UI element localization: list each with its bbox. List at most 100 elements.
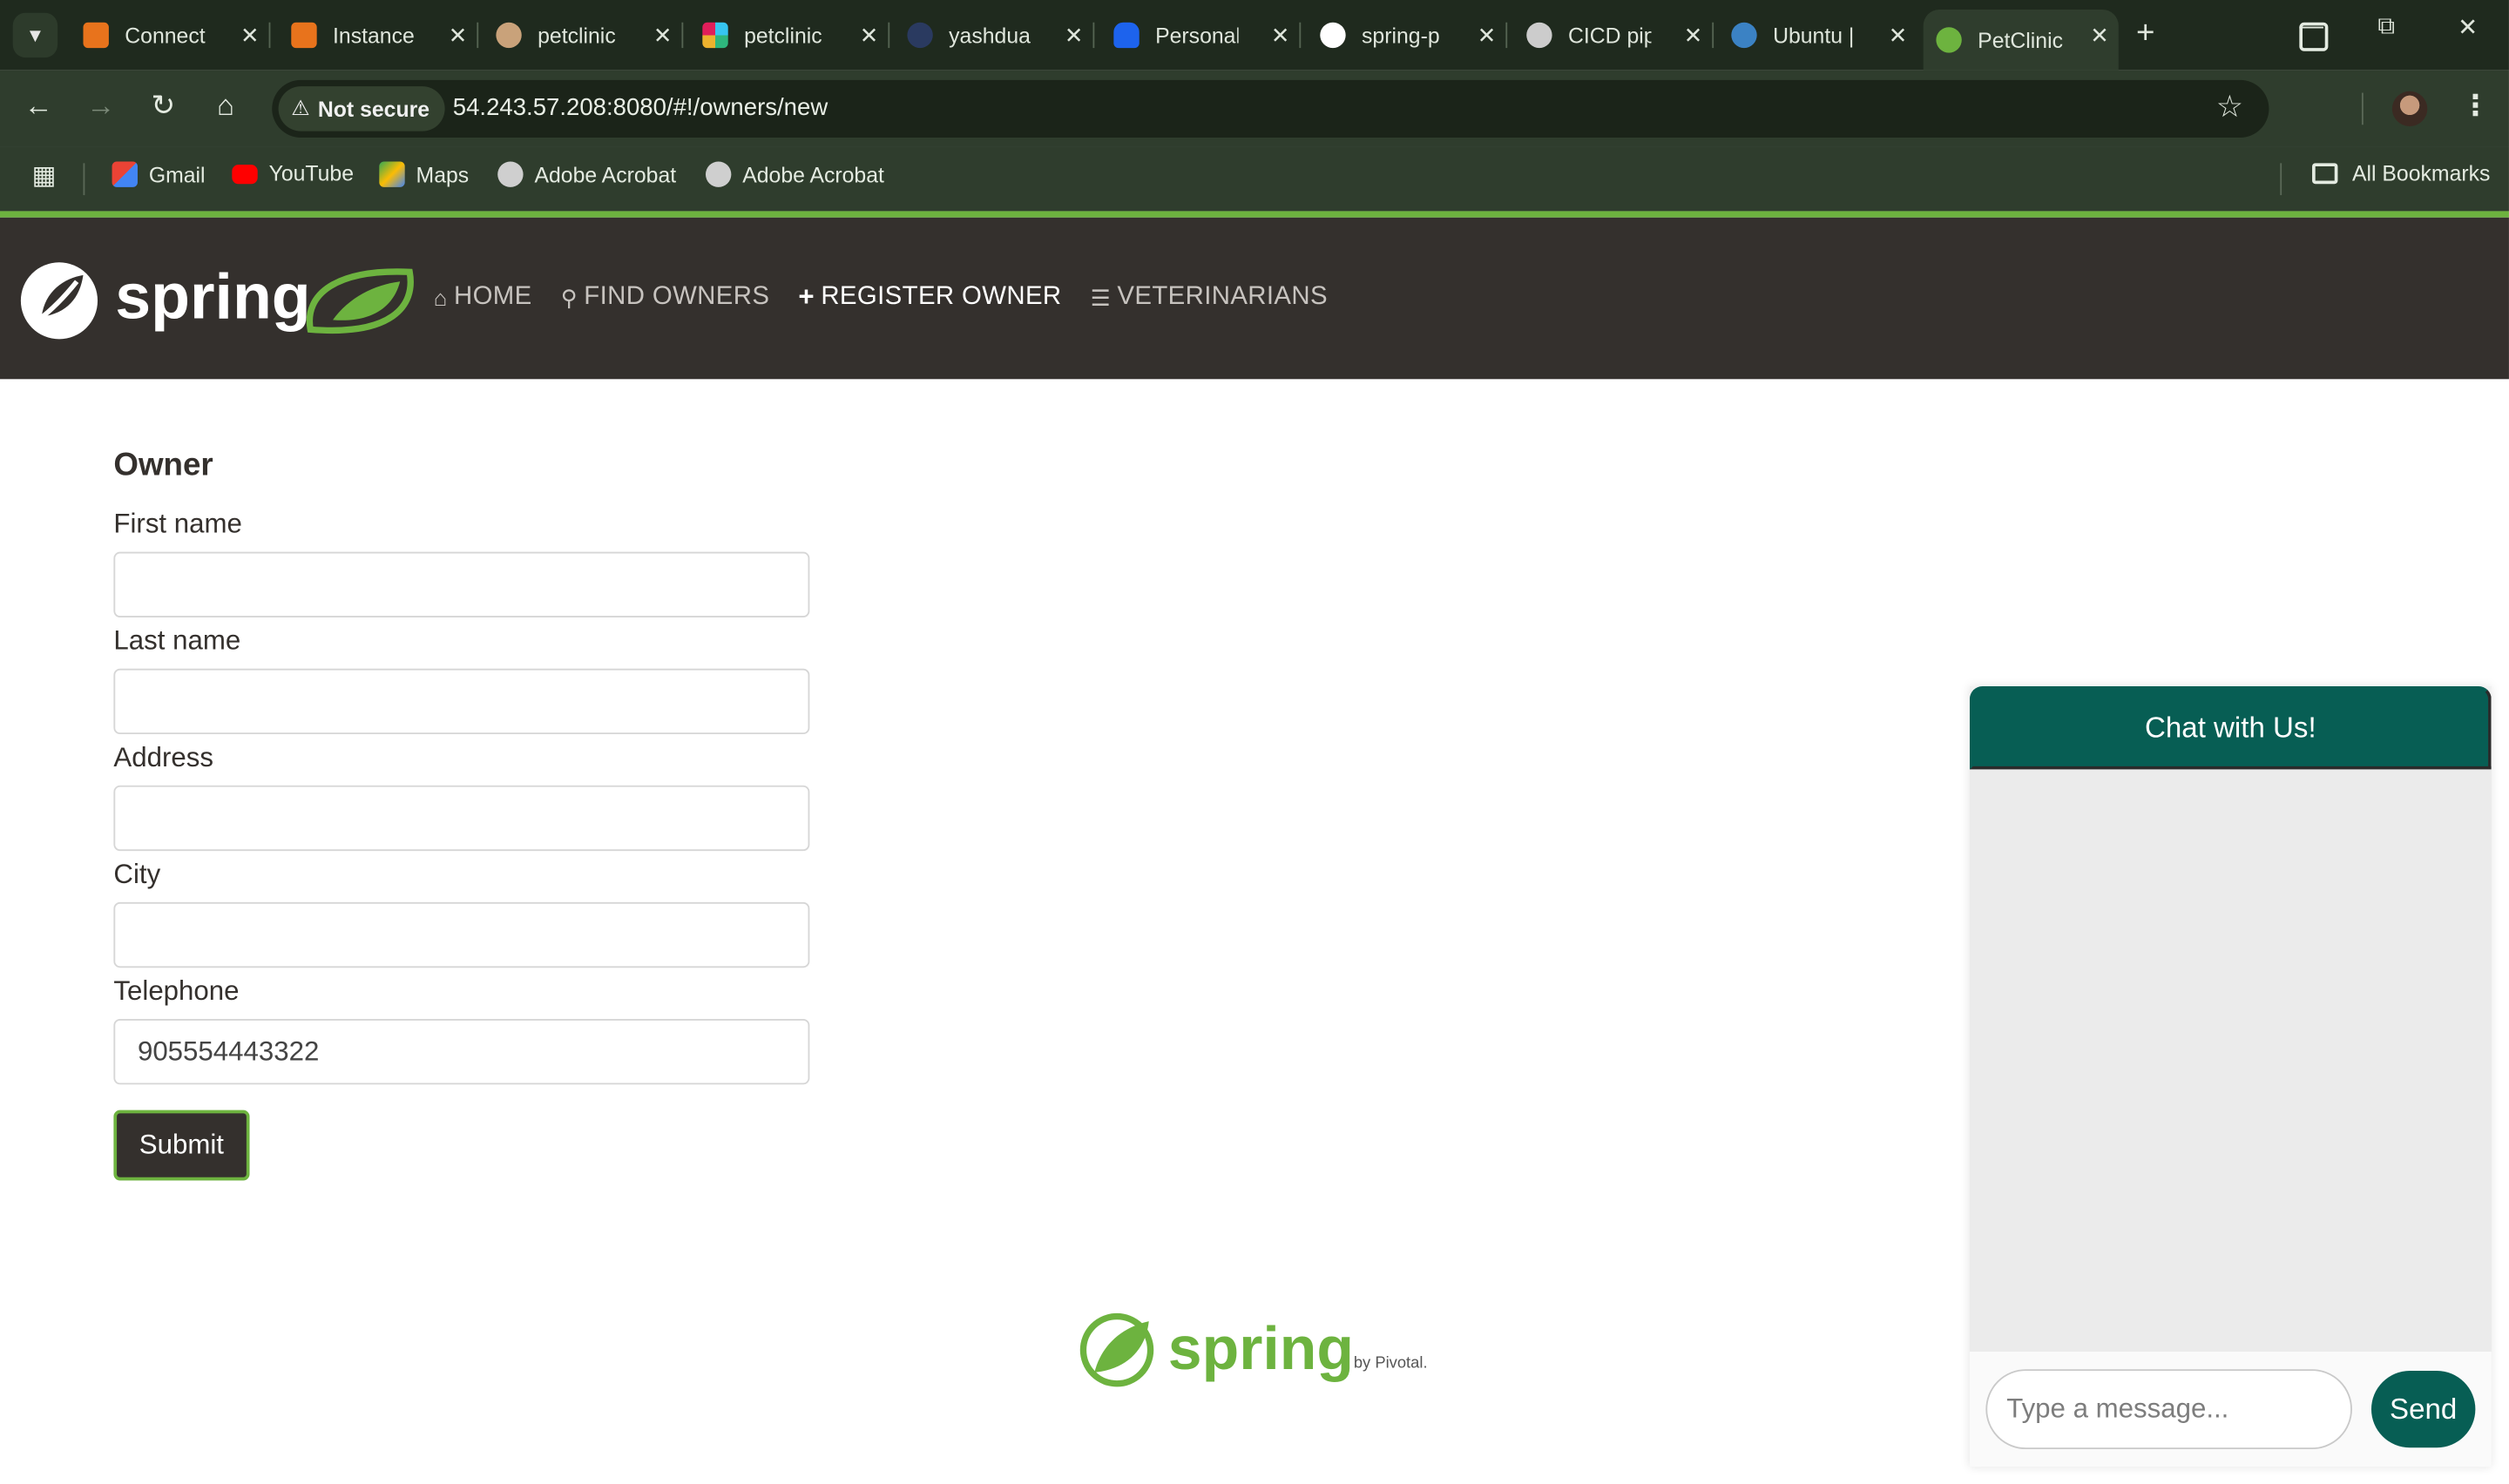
menu-kebab-icon[interactable]: ⋮ xyxy=(2461,90,2490,124)
chat-send-button[interactable]: Send xyxy=(2370,1371,2476,1448)
nav-register-owner[interactable]: + REGISTER OWNER xyxy=(798,281,1061,314)
brand-wordmark: spring xyxy=(115,260,310,333)
chatgpt-favicon-icon xyxy=(1526,22,1552,49)
tab-cicd[interactable]: CICD pip ✕ xyxy=(1526,10,1712,61)
chat-title: Chat with Us! xyxy=(2145,711,2316,744)
site-info-chip[interactable]: ⚠ Not secure xyxy=(278,86,446,132)
close-icon[interactable]: ✕ xyxy=(1271,23,1290,50)
city-input[interactable] xyxy=(113,901,810,968)
tab-bar: ▼ Connect ✕ Instance ✕ petclinic ✕ petcl… xyxy=(0,0,2509,71)
bookmark-gmail[interactable]: Gmail xyxy=(112,161,206,187)
all-bookmarks-label: All Bookmarks xyxy=(2351,161,2491,186)
docker-favicon-icon xyxy=(1113,22,1140,49)
nav-label: HOME xyxy=(453,283,532,311)
chat-message-input[interactable] xyxy=(1985,1369,2352,1450)
extensions-icon[interactable] xyxy=(2299,22,2329,51)
reload-button[interactable]: ↻ xyxy=(144,90,182,124)
tab-ubuntu[interactable]: Ubuntu | ✕ xyxy=(1731,10,1917,61)
nav-veterinarians[interactable]: ☰ VETERINARIANS xyxy=(1091,281,1328,314)
nav-find-owners[interactable]: ⚲ FIND OWNERS xyxy=(561,281,770,314)
bookmark-adobe-acrobat-2[interactable]: Adobe Acrobat xyxy=(705,161,884,187)
jenkins-favicon-icon xyxy=(496,22,522,49)
tab-spring-github[interactable]: spring-p ✕ xyxy=(1320,10,1505,61)
forward-button[interactable]: → xyxy=(82,90,120,124)
browser-window: ▼ Connect ✕ Instance ✕ petclinic ✕ petcl… xyxy=(0,0,2509,1483)
tab-petclinic-slack[interactable]: petclinic ✕ xyxy=(702,10,888,61)
submit-button[interactable]: Submit xyxy=(113,1110,250,1181)
tab-title: Instance xyxy=(333,23,415,48)
tab-title: CICD pip xyxy=(1567,23,1652,48)
tab-petclinic-jenkins[interactable]: petclinic ✕ xyxy=(496,10,681,61)
tab-title: petclinic xyxy=(744,23,822,48)
tab-personal[interactable]: Personal ✕ xyxy=(1113,10,1299,61)
warning-icon: ⚠ xyxy=(291,96,310,120)
tab-connect[interactable]: Connect ✕ xyxy=(83,10,269,61)
site-favicon-icon xyxy=(907,22,933,49)
home-icon: ⌂ xyxy=(433,284,448,311)
nav-home[interactable]: ⌂ HOME xyxy=(434,281,532,314)
telephone-input[interactable] xyxy=(113,1018,810,1085)
bookmarks-divider xyxy=(2280,163,2282,196)
last-name-label: Last name xyxy=(113,625,241,657)
apps-grid-icon[interactable]: ▦ xyxy=(32,160,57,192)
tab-petclinic-active[interactable]: PetClinic ✕ xyxy=(1923,10,2119,71)
tab-search-button[interactable]: ▼ xyxy=(12,12,58,58)
close-icon[interactable]: ✕ xyxy=(240,23,260,50)
spring-petclinic-logo[interactable]: spring xyxy=(19,260,419,343)
address-bar[interactable]: ⚠ Not secure 54.243.57.208:8080/#!/owner… xyxy=(272,79,2269,138)
ubuntu-favicon-icon xyxy=(1731,22,1757,49)
chat-messages xyxy=(1969,769,2492,1352)
site-navbar: spring ⌂ HOME ⚲ FIND OWNERS + REGISTER O… xyxy=(0,217,2509,380)
maps-icon xyxy=(379,161,405,187)
bookmark-adobe-acrobat-1[interactable]: Adobe Acrobat xyxy=(497,161,676,187)
bookmark-label: Gmail xyxy=(148,162,206,186)
close-icon[interactable]: ✕ xyxy=(1889,23,1908,50)
url-text[interactable]: 54.243.57.208:8080/#!/owners/new xyxy=(453,94,828,121)
tab-divider xyxy=(681,22,684,49)
close-icon[interactable]: ✕ xyxy=(2090,23,2109,50)
tab-title: yashdua xyxy=(949,23,1031,48)
home-button[interactable]: ⌂ xyxy=(206,90,245,124)
browser-toolbar: ← → ↻ ⌂ ⚠ Not secure 54.243.57.208:8080/… xyxy=(0,70,2509,147)
close-icon[interactable]: ✕ xyxy=(1065,23,1084,50)
tab-yashdua[interactable]: yashdua ✕ xyxy=(907,10,1092,61)
all-bookmarks-button[interactable]: All Bookmarks xyxy=(2312,162,2490,186)
list-icon: ☰ xyxy=(1090,284,1112,310)
bookmark-maps[interactable]: Maps xyxy=(379,161,469,187)
chat-widget: Chat with Us! Send xyxy=(1969,685,2492,1467)
new-tab-button[interactable]: + xyxy=(2136,16,2154,52)
address-label: Address xyxy=(113,742,213,773)
close-icon[interactable]: ✕ xyxy=(1478,23,1497,50)
back-button[interactable]: ← xyxy=(19,90,57,124)
tab-instance[interactable]: Instance ✕ xyxy=(291,10,477,61)
restore-button[interactable]: ⧉ xyxy=(2377,13,2395,40)
last-name-input[interactable] xyxy=(113,668,810,735)
bookmark-youtube[interactable]: YouTube xyxy=(232,162,354,186)
globe-icon xyxy=(705,161,732,187)
bookmark-star-icon[interactable]: ☆ xyxy=(2216,90,2243,126)
plus-icon: + xyxy=(798,281,815,313)
gmail-icon xyxy=(112,161,138,187)
aws-favicon-icon xyxy=(291,22,317,49)
address-input[interactable] xyxy=(113,785,810,852)
tab-title: Personal xyxy=(1155,23,1239,48)
tab-divider xyxy=(1505,22,1508,49)
spring-pivotal-logo: spring by Pivotal. xyxy=(1079,1308,1430,1392)
close-icon[interactable]: ✕ xyxy=(653,23,673,50)
close-icon[interactable]: ✕ xyxy=(1684,23,1703,50)
close-icon[interactable]: ✕ xyxy=(449,23,468,50)
close-icon[interactable]: ✕ xyxy=(860,23,879,50)
footer-byline: by Pivotal. xyxy=(1354,1352,1428,1371)
tab-divider xyxy=(888,22,890,49)
profile-avatar[interactable] xyxy=(2391,91,2428,127)
tab-divider xyxy=(1092,22,1095,49)
bookmark-label: Adobe Acrobat xyxy=(742,162,884,186)
tab-divider xyxy=(1712,22,1714,49)
tab-title: spring-p xyxy=(1362,23,1440,48)
aws-favicon-icon xyxy=(83,22,109,49)
footer-wordmark: spring xyxy=(1168,1314,1354,1382)
window-close-button[interactable]: ✕ xyxy=(2458,13,2478,42)
chat-header[interactable]: Chat with Us! xyxy=(1969,685,2492,770)
nav-links: ⌂ HOME ⚲ FIND OWNERS + REGISTER OWNER ☰ … xyxy=(434,281,1356,314)
first-name-input[interactable] xyxy=(113,551,810,617)
